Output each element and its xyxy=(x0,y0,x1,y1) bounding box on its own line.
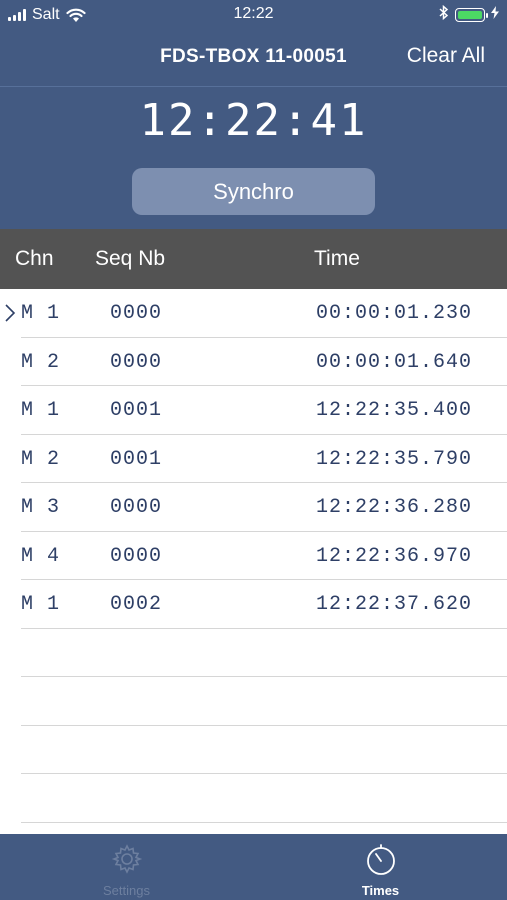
cell-chn: M 1 xyxy=(21,399,61,422)
cell-time: 00:00:01.230 xyxy=(316,302,473,325)
cell-seq: 0000 xyxy=(110,496,163,519)
nav-divider xyxy=(0,86,507,87)
cell-time: 12:22:35.790 xyxy=(316,447,473,471)
cell-time: 00:00:01.640 xyxy=(316,350,473,374)
tab-bar: Settings Times xyxy=(0,834,507,900)
column-header-seq: Seq Nb xyxy=(95,247,166,270)
gear-icon xyxy=(111,843,143,880)
cell-seq: 0001 xyxy=(110,447,163,471)
tab-times-label: Times xyxy=(361,883,400,898)
status-right xyxy=(439,4,499,25)
table-row[interactable]: M 3 0000 12:22:36.280 xyxy=(0,483,507,532)
cell-chn: M 2 xyxy=(21,350,61,374)
current-time-display: 12:22:41 xyxy=(139,95,368,146)
table-row[interactable]: M 2 0001 12:22:35.790 xyxy=(0,435,507,483)
cell-chn: M 1 xyxy=(21,302,61,325)
table-header: Chn Seq Nb Time xyxy=(0,229,507,289)
empty-row xyxy=(0,774,507,823)
times-table: M 1 0000 00:00:01.230 M 2 0000 00:00:01.… xyxy=(0,289,507,834)
cell-chn: M 1 xyxy=(21,593,61,616)
status-time: 12:22 xyxy=(233,5,274,22)
tab-settings-label: Settings xyxy=(103,883,150,898)
empty-row xyxy=(0,677,507,726)
tab-settings[interactable]: Settings xyxy=(0,834,253,900)
synchro-button[interactable]: Synchro xyxy=(132,168,375,215)
clear-all-button[interactable]: Clear All xyxy=(407,44,485,68)
empty-row xyxy=(0,629,507,677)
cell-time: 12:22:37.620 xyxy=(316,593,473,616)
tab-times[interactable]: Times xyxy=(254,834,507,900)
cell-time: 12:22:36.970 xyxy=(316,544,473,568)
status-bar: Salt 12:22 xyxy=(0,0,507,30)
table-row[interactable]: M 4 0000 12:22:36.970 xyxy=(0,532,507,580)
table-row[interactable]: M 2 0000 00:00:01.640 xyxy=(0,338,507,386)
cell-time: 12:22:35.400 xyxy=(316,399,473,422)
stopwatch-icon xyxy=(364,843,398,882)
bluetooth-icon xyxy=(439,4,449,25)
cell-seq: 0000 xyxy=(110,544,163,568)
nav-bar: FDS-TBOX 11-00051 Clear All xyxy=(0,30,507,86)
empty-row xyxy=(0,726,507,774)
column-header-chn: Chn xyxy=(15,247,54,270)
cell-seq: 0000 xyxy=(110,302,163,325)
cell-chn: M 2 xyxy=(21,447,61,471)
cell-seq: 0000 xyxy=(110,350,163,374)
cell-time: 12:22:36.280 xyxy=(316,496,473,519)
chevron-right-icon xyxy=(4,303,16,328)
table-row[interactable]: M 1 0000 00:00:01.230 xyxy=(0,289,507,338)
table-row[interactable]: M 1 0002 12:22:37.620 xyxy=(0,580,507,629)
cell-seq: 0002 xyxy=(110,593,163,616)
charging-icon xyxy=(491,6,499,24)
table-row[interactable]: M 1 0001 12:22:35.400 xyxy=(0,386,507,435)
cell-chn: M 3 xyxy=(21,496,61,519)
cell-chn: M 4 xyxy=(21,544,61,568)
cell-seq: 0001 xyxy=(110,399,163,422)
battery-icon xyxy=(455,8,488,22)
header-panel: Salt 12:22 FDS-TBOX 11-00051 Clear All 1… xyxy=(0,0,507,229)
column-header-time: Time xyxy=(314,247,360,270)
